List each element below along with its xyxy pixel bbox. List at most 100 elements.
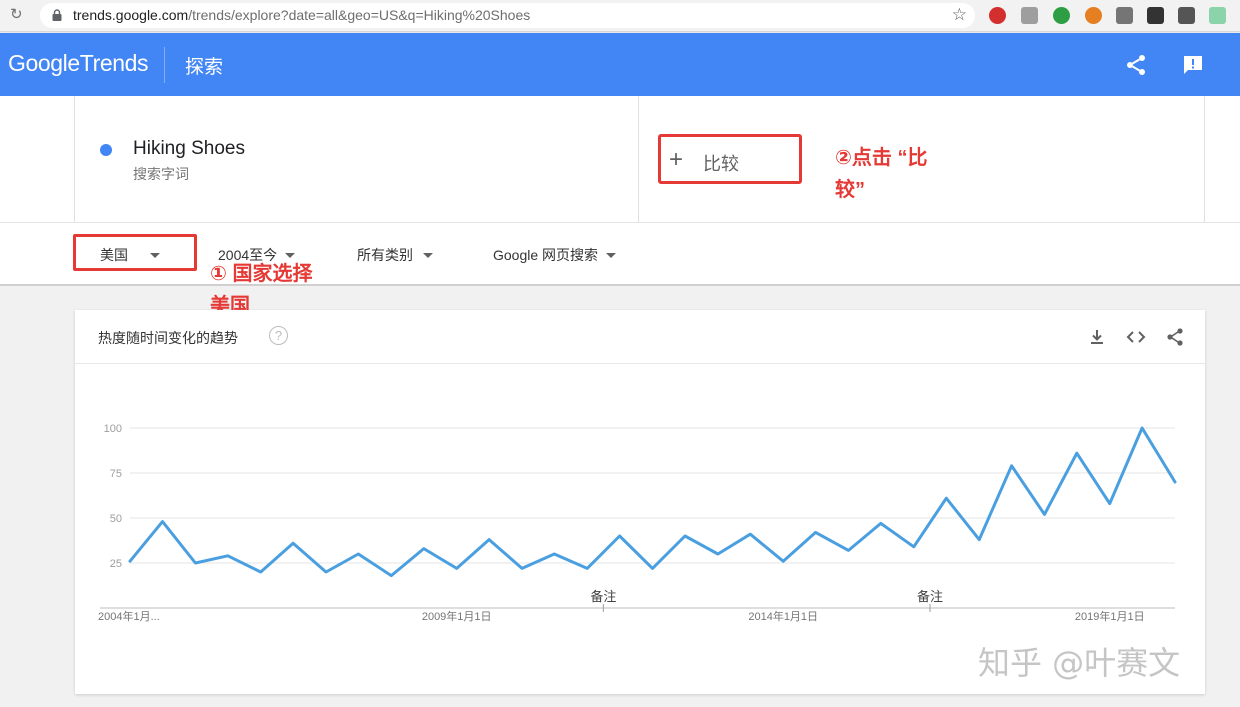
- embed-code-icon[interactable]: [1126, 327, 1146, 347]
- data-point: [422, 547, 425, 550]
- card-header: 热度随时间变化的趋势 ?: [75, 310, 1205, 364]
- data-point: [390, 574, 393, 577]
- data-point: [814, 531, 817, 534]
- google-trends-logo[interactable]: GoogleTrends: [8, 50, 149, 77]
- y-tick-label: 100: [104, 423, 122, 435]
- data-point: [324, 570, 328, 574]
- extension-docs-icon[interactable]: [1021, 7, 1038, 24]
- term-name[interactable]: Hiking Shoes: [133, 138, 245, 160]
- data-point: [259, 570, 262, 574]
- logo-trends-text: Trends: [79, 50, 149, 76]
- data-point: [1140, 426, 1144, 430]
- url-path: /trends/explore?date=all&geo=US&q=Hiking…: [188, 7, 531, 23]
- term-color-dot: [100, 144, 112, 156]
- country-value: 美国: [100, 247, 128, 263]
- data-point: [226, 554, 229, 557]
- data-point: [357, 552, 360, 556]
- data-point: [520, 567, 524, 570]
- note-label: 备注: [917, 589, 943, 604]
- data-point: [879, 522, 882, 525]
- data-point: [586, 567, 589, 570]
- data-point: [749, 533, 752, 536]
- data-point: [553, 552, 556, 556]
- x-tick-label: 2014年1月1日: [748, 609, 818, 623]
- country-dropdown[interactable]: 美国: [100, 245, 160, 265]
- data-point: [487, 538, 491, 541]
- y-tick-label: 50: [110, 513, 122, 525]
- data-point: [1010, 464, 1013, 467]
- feedback-icon[interactable]: [1181, 53, 1205, 77]
- x-tick-label: 2019年1月1日: [1075, 609, 1145, 623]
- watermark: 知乎 @叶赛文: [978, 644, 1181, 682]
- app-header: GoogleTrends 探索: [0, 33, 1240, 96]
- compare-card: + 比较 ②点击 “比 较”: [639, 96, 1205, 222]
- bookmark-star-icon[interactable]: ☆: [952, 5, 967, 25]
- search-terms-panel: Hiking Shoes 搜索字词 + 比较 ②点击 “比 较”: [0, 96, 1240, 222]
- extension-help-icon[interactable]: [989, 7, 1006, 24]
- share-icon[interactable]: [1124, 53, 1148, 77]
- reload-icon[interactable]: ↻: [10, 7, 26, 23]
- data-point: [782, 560, 785, 563]
- data-point: [161, 520, 164, 523]
- browser-toolbar: ↻ trends.google.com/trends/explore?date=…: [0, 0, 1240, 32]
- address-bar[interactable]: trends.google.com/trends/explore?date=al…: [40, 3, 975, 28]
- note-label: 备注: [590, 589, 616, 604]
- annotation-country-line1: ① 国家选择: [210, 263, 313, 285]
- search-type-value: Google 网页搜索: [493, 247, 599, 263]
- chevron-down-icon: [423, 252, 433, 258]
- term-type-label: 搜索字词: [133, 166, 189, 182]
- header-divider: [164, 47, 165, 83]
- download-icon[interactable]: [1087, 327, 1107, 347]
- extension-audio-icon[interactable]: [1209, 7, 1226, 24]
- url-host: trends.google.com: [73, 7, 189, 23]
- extension-camera-icon[interactable]: [1116, 7, 1133, 24]
- page-title: 探索: [185, 57, 224, 78]
- share-icon[interactable]: [1165, 327, 1185, 347]
- data-point: [1173, 480, 1177, 484]
- data-point: [618, 534, 621, 538]
- y-tick-label: 75: [110, 468, 122, 480]
- filter-bar: 美国 2004至今 所有类别 Google 网页搜索: [0, 222, 1240, 286]
- annotation-compare-line1: ②点击 “比: [835, 147, 928, 169]
- extension-m-icon[interactable]: [1147, 7, 1164, 24]
- extension-circle-icon[interactable]: [1085, 7, 1102, 24]
- x-tick-label: 2004年1月...: [98, 609, 160, 623]
- plus-icon: +: [669, 146, 684, 173]
- data-point: [128, 560, 132, 563]
- data-point: [978, 538, 981, 541]
- chevron-down-icon: [150, 252, 160, 258]
- data-point: [455, 567, 458, 570]
- interest-over-time-chart[interactable]: 100 75 50 25 2004年1月... 2009年1月1日 2014年1月1日 201…: [75, 310, 1205, 694]
- annotation-compare-line2: 较”: [835, 179, 865, 201]
- category-dropdown[interactable]: 所有类别: [357, 245, 433, 265]
- logo-google-text: Google: [8, 50, 80, 76]
- data-point: [194, 561, 197, 565]
- extension-evernote-icon[interactable]: [1053, 7, 1070, 24]
- y-tick-label: 25: [110, 558, 122, 570]
- compare-label: 比较: [703, 154, 739, 174]
- data-point: [291, 542, 295, 545]
- annotation-compare: ②点击 “比 较”: [835, 142, 928, 206]
- lock-icon: [52, 9, 62, 21]
- data-point: [683, 534, 687, 538]
- card-title: 热度随时间变化的趋势: [98, 330, 238, 346]
- interest-over-time-card: 100 75 50 25 2004年1月... 2009年1月1日 2014年1月1日 201…: [75, 310, 1205, 694]
- compare-button[interactable]: + 比较: [658, 134, 802, 184]
- data-point: [912, 545, 915, 548]
- category-value: 所有类别: [357, 247, 413, 263]
- url-text: trends.google.com/trends/explore?date=al…: [73, 7, 530, 23]
- data-point: [651, 567, 654, 570]
- term-card[interactable]: Hiking Shoes 搜索字词: [74, 96, 639, 222]
- search-type-dropdown[interactable]: Google 网页搜索: [493, 245, 617, 265]
- data-point: [1108, 502, 1111, 505]
- series-line: [128, 426, 1177, 578]
- data-point: [716, 552, 720, 556]
- help-icon[interactable]: ?: [269, 326, 288, 345]
- data-point: [945, 497, 948, 500]
- data-point: [1043, 513, 1046, 516]
- chevron-down-icon: [606, 252, 617, 258]
- x-tick-label: 2009年1月1日: [422, 609, 492, 623]
- data-point: [1075, 452, 1078, 455]
- data-point: [847, 549, 850, 552]
- extension-accessibility-icon[interactable]: [1178, 7, 1195, 24]
